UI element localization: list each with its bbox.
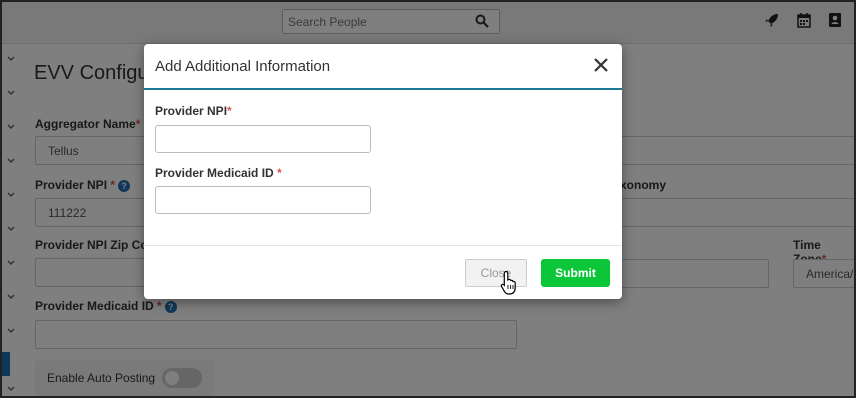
hand-cursor-icon xyxy=(500,270,516,295)
add-info-modal: Add Additional Information Provider NPI*… xyxy=(144,44,622,299)
modal-footer: Close Submit xyxy=(144,245,622,299)
close-icon[interactable] xyxy=(592,56,610,74)
modal-npi-input[interactable] xyxy=(155,125,371,153)
app-window: EVV Configur Aggregator Name* Tellus Pro… xyxy=(0,0,856,398)
modal-medicaid-input[interactable] xyxy=(155,186,371,214)
modal-npi-label: Provider NPI* xyxy=(155,104,232,118)
modal-medicaid-label: Provider Medicaid ID * xyxy=(155,166,282,180)
submit-button[interactable]: Submit xyxy=(541,259,610,287)
modal-header: Add Additional Information xyxy=(144,44,622,90)
modal-title: Add Additional Information xyxy=(155,58,331,75)
